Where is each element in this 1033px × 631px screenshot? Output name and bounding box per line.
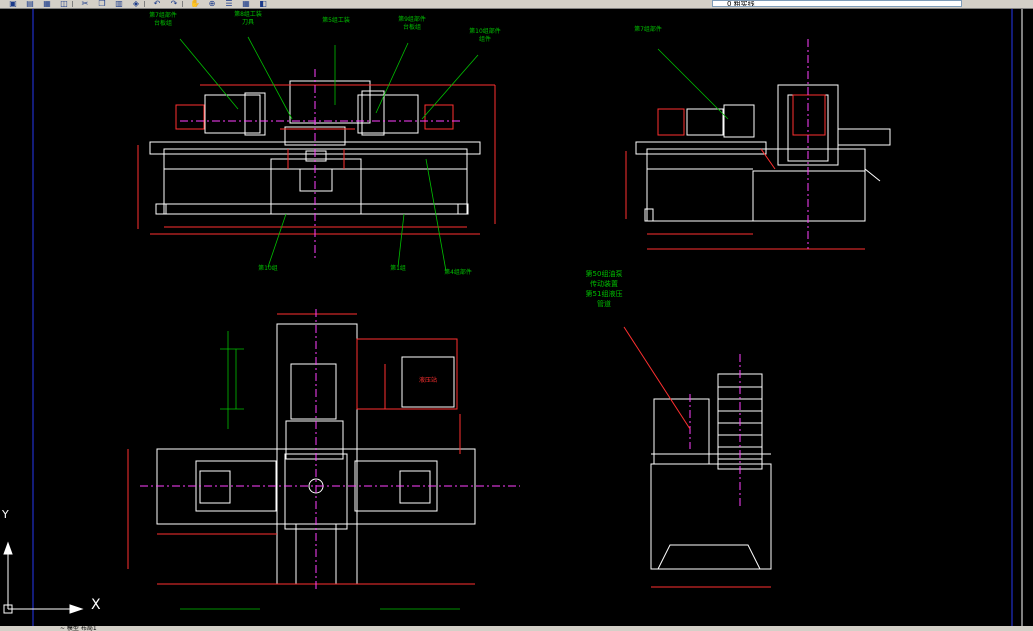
designcenter-icon[interactable]: ▦ [239,0,253,7]
ucs-y-label: Y [2,508,9,521]
ucs-x-label: X [91,597,101,613]
layer-dropdown[interactable]: 0 粗实线 [712,0,962,7]
properties-icon[interactable]: ☰ [222,0,236,7]
callout-5: 第5组工装 [322,17,350,24]
zoom-icon[interactable]: ⊕ [205,0,219,7]
callout-10: 第10组部件 [469,28,501,35]
cad-drawing [3,9,1023,631]
toolbar-separator [182,1,183,7]
cut-icon[interactable]: ✂ [78,0,92,7]
save-icon[interactable]: ▤ [23,0,37,7]
callout-1: 第1组 [390,265,406,272]
copy-icon[interactable]: ❐ [95,0,109,7]
cad-application-window: ▣ ▤ ▦ ◫ ✂ ❐ ▥ ◈ ↶ ↷ ✋ ⊕ ☰ ▦ ◧ 0 粗实线 第7组部… [0,0,1033,631]
callout-9: 第9组部件 [398,16,426,23]
hydraulic-callout-line-2: 传动装置 [590,280,618,288]
hydraulic-station [650,373,772,570]
plan-view-dimensions [180,331,460,610]
toolbar-separator [72,1,73,7]
side-view-red [625,94,865,250]
open-icon[interactable]: ▣ [6,0,20,7]
side-view [635,84,891,222]
callout-7: 第7组部件 [149,12,177,19]
callout-10b: 第10组 [258,265,278,272]
preview-icon[interactable]: ◫ [57,0,71,7]
plan-box-label: 液压站 [418,377,437,384]
redo-icon[interactable]: ↷ [167,0,181,7]
hydraulic-station-centerlines [689,354,741,509]
layout-tabs-strip: ~ 模型 布局1 [0,626,1033,631]
hydraulic-callout: 第50组油泵 传动装置 第51组液压 管道 [576,269,632,309]
layout-tabs[interactable]: ~ 模型 布局1 [60,626,97,631]
model-space-canvas[interactable]: 第7组部件 台板组 第8组工装 刀具 第5组工装 第9组部件 台板组 第10组部… [0,9,1033,631]
undo-icon[interactable]: ↶ [150,0,164,7]
hydraulic-callout-line-4: 管道 [597,300,611,308]
callout-8-sub: 刀具 [241,19,254,26]
callout-4: 第4组部件 [444,269,472,276]
layer-icon[interactable]: ◧ [256,0,270,7]
side-callout-7: 第7组部件 [634,26,662,33]
print-icon[interactable]: ▦ [40,0,54,7]
ucs-icon [3,541,84,614]
match-icon[interactable]: ◈ [129,0,143,7]
front-view [149,80,481,215]
pan-icon[interactable]: ✋ [188,0,202,7]
callout-7-sub: 台板组 [153,20,172,27]
drawing-frame [32,9,1013,631]
hydraulic-callout-line-1: 第50组油泵 [585,270,623,278]
callout-10-sub: 组件 [478,36,491,43]
callout-8: 第8组工装 [234,11,262,18]
toolbar-separator [144,1,145,7]
paste-icon[interactable]: ▥ [112,0,126,7]
hydraulic-callout-line-3: 第51组液压 [585,290,623,298]
callout-9-sub: 台板组 [402,24,421,31]
